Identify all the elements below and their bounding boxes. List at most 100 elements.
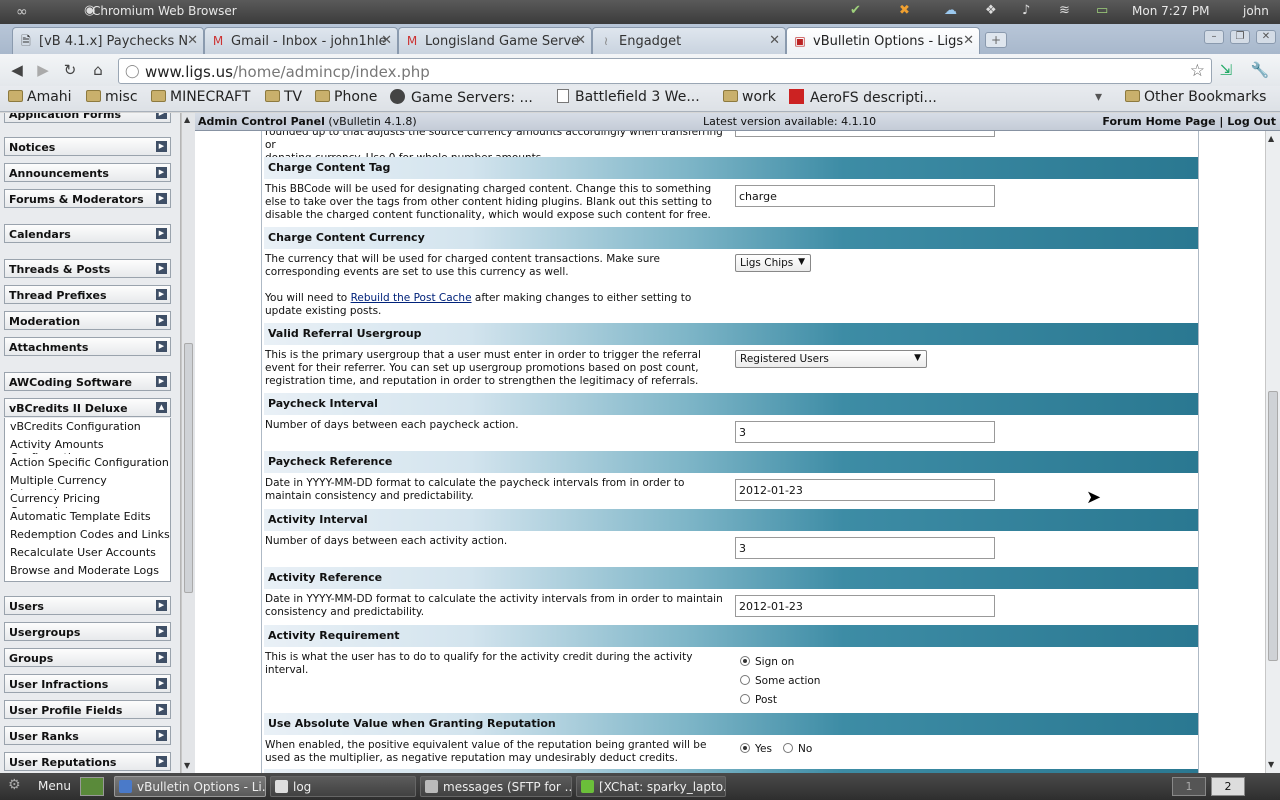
scrollbar-thumb[interactable] bbox=[1268, 391, 1278, 661]
expand-icon[interactable]: ▶ bbox=[156, 730, 167, 741]
absolute-rep-yes-radio[interactable]: Yes bbox=[740, 743, 772, 755]
workspace-1[interactable]: 1 bbox=[1172, 777, 1206, 796]
expand-icon[interactable]: ▶ bbox=[156, 193, 167, 204]
maximize-button[interactable]: ❐ bbox=[1230, 30, 1250, 44]
expand-icon[interactable]: ▶ bbox=[156, 376, 167, 387]
close-icon[interactable]: ✕ bbox=[769, 33, 780, 48]
nav-link-activity-amounts[interactable]: Activity Amounts Configuration bbox=[4, 436, 171, 464]
show-desktop-icon[interactable] bbox=[80, 777, 104, 796]
expand-icon[interactable]: ▶ bbox=[156, 167, 167, 178]
nav-group-user-ranks[interactable]: User Ranks ▶ bbox=[4, 726, 171, 745]
nav-group-threads-posts[interactable]: Threads & Posts ▶ bbox=[4, 259, 171, 278]
close-icon[interactable]: ✕ bbox=[963, 33, 974, 48]
nav-group-awcoding-software[interactable]: AWCoding Software ▶ bbox=[4, 372, 171, 391]
scroll-down-icon[interactable]: ▼ bbox=[184, 761, 190, 770]
menu-gear-icon[interactable]: ⚙ bbox=[8, 777, 21, 793]
wrench-menu-icon[interactable]: 🔧 bbox=[1250, 60, 1270, 80]
shutter-icon[interactable]: ✖ bbox=[899, 3, 910, 18]
activity-requirement-sign-on-radio[interactable]: Sign on bbox=[740, 656, 794, 668]
bookmarks-overflow-chevron-icon[interactable]: ▾ bbox=[1095, 89, 1102, 105]
referral-usergroup-select[interactable]: Registered Users ▼ bbox=[735, 350, 927, 368]
expand-icon[interactable]: ▶ bbox=[156, 141, 167, 152]
rebuild-post-cache-link[interactable]: Rebuild the Post Cache bbox=[351, 292, 472, 304]
nav-group-vbcredits[interactable]: vBCredits II Deluxe ▲ bbox=[4, 398, 171, 417]
bookmark-misc[interactable]: misc bbox=[86, 89, 138, 105]
nav-group-calendars[interactable]: Calendars ▶ bbox=[4, 224, 171, 243]
previous-setting-input[interactable] bbox=[735, 131, 995, 137]
activity-interval-input[interactable]: 3 bbox=[735, 537, 995, 559]
paycheck-reference-input[interactable]: 2012-01-23 bbox=[735, 479, 995, 501]
nav-link-currency-pricing[interactable]: Currency Pricing Conversions bbox=[4, 490, 171, 518]
expand-icon[interactable]: ▶ bbox=[156, 756, 167, 767]
scroll-up-icon[interactable]: ▲ bbox=[184, 115, 190, 124]
tab-engadget[interactable]: ≀ Engadget ✕ bbox=[592, 27, 786, 54]
nav-group-usergroups[interactable]: Usergroups ▶ bbox=[4, 622, 171, 641]
expand-icon[interactable]: ▶ bbox=[156, 678, 167, 689]
nav-group-user-profile-fields[interactable]: User Profile Fields ▶ bbox=[4, 700, 171, 719]
nav-link-recalculate-accounts[interactable]: Recalculate User Accounts bbox=[4, 544, 171, 562]
expand-icon[interactable]: ▶ bbox=[156, 626, 167, 637]
nav-group-announcements[interactable]: Announcements ▶ bbox=[4, 163, 171, 182]
tab-gmail-inbox[interactable]: M Gmail - Inbox - john1hle ✕ bbox=[204, 27, 398, 54]
reload-button[interactable]: ↻ bbox=[60, 60, 80, 80]
radio-icon[interactable] bbox=[740, 675, 750, 685]
bookmark-game-servers[interactable]: Game Servers: ... bbox=[390, 89, 533, 106]
task-messages-sftp[interactable]: messages (SFTP for ... bbox=[420, 776, 572, 797]
scrollbar-thumb[interactable] bbox=[184, 343, 193, 593]
expand-icon[interactable]: ▶ bbox=[156, 113, 167, 119]
nav-link-action-specific[interactable]: Action Specific Configuration bbox=[4, 454, 171, 472]
radio-icon[interactable] bbox=[783, 743, 793, 753]
back-button[interactable]: ◀ bbox=[7, 60, 27, 80]
radio-icon[interactable] bbox=[740, 694, 750, 704]
radio-selected-icon[interactable] bbox=[740, 656, 750, 666]
close-icon[interactable]: ✕ bbox=[575, 33, 586, 48]
bookmark-work[interactable]: work bbox=[723, 89, 776, 105]
bookmark-tv[interactable]: TV bbox=[265, 89, 302, 105]
window-close-button[interactable]: ✕ bbox=[1256, 30, 1276, 44]
nav-group-thread-prefixes[interactable]: Thread Prefixes ▶ bbox=[4, 285, 171, 304]
nav-group-moderation[interactable]: Moderation ▶ bbox=[4, 311, 171, 330]
paycheck-interval-input[interactable]: 3 bbox=[735, 421, 995, 443]
absolute-rep-no-radio[interactable]: No bbox=[783, 743, 812, 755]
task-vbulletin-options[interactable]: vBulletin Options - Li... bbox=[114, 776, 266, 797]
menu-button[interactable]: Menu bbox=[38, 779, 71, 793]
bookmark-aerofs[interactable]: AeroFS descripti... bbox=[789, 89, 937, 106]
bookmark-phone[interactable]: Phone bbox=[315, 89, 377, 105]
desktop-logo-icon[interactable]: ∞ bbox=[16, 4, 40, 20]
nav-group-forums-moderators[interactable]: Forums & Moderators ▶ bbox=[4, 189, 171, 208]
nav-group-application-forms[interactable]: Application Forms ▶ bbox=[4, 113, 171, 123]
expand-icon[interactable]: ▶ bbox=[156, 228, 167, 239]
expand-icon[interactable]: ▶ bbox=[156, 289, 167, 300]
content-scrollbar[interactable]: ▲ ▼ bbox=[1265, 131, 1280, 773]
other-bookmarks[interactable]: Other Bookmarks bbox=[1125, 89, 1266, 105]
activity-requirement-post-radio[interactable]: Post bbox=[740, 694, 777, 706]
nav-group-groups[interactable]: Groups ▶ bbox=[4, 648, 171, 667]
workspace-2[interactable]: 2 bbox=[1211, 777, 1245, 796]
radio-selected-icon[interactable] bbox=[740, 743, 750, 753]
sidebar-scrollbar[interactable]: ▲ ▼ bbox=[181, 113, 195, 773]
wifi-icon[interactable]: ≋ bbox=[1059, 3, 1070, 18]
expand-icon[interactable]: ▶ bbox=[156, 704, 167, 715]
activity-reference-input[interactable]: 2012-01-23 bbox=[735, 595, 995, 617]
tab-longisland-game-servers[interactable]: M Longisland Game Serve ✕ bbox=[398, 27, 592, 54]
nav-group-user-infractions[interactable]: User Infractions ▶ bbox=[4, 674, 171, 693]
nav-link-template-edits[interactable]: Automatic Template Edits bbox=[4, 508, 171, 526]
close-icon[interactable]: ✕ bbox=[187, 33, 198, 48]
scroll-down-icon[interactable]: ▼ bbox=[1268, 760, 1274, 769]
minimize-button[interactable]: – bbox=[1204, 30, 1224, 44]
close-icon[interactable]: ✕ bbox=[381, 33, 392, 48]
shield-icon[interactable]: ✔ bbox=[850, 3, 861, 18]
dropbox-icon[interactable]: ❖ bbox=[985, 3, 997, 18]
user-menu[interactable]: john bbox=[1243, 4, 1269, 18]
address-bar[interactable]: ◯ www.ligs.us/home/admincp/index.php ☆ bbox=[118, 58, 1212, 84]
tab-vbulletin-options[interactable]: ▣ vBulletin Options - Ligs ✕ bbox=[786, 27, 980, 54]
nav-group-attachments[interactable]: Attachments ▶ bbox=[4, 337, 171, 356]
collapse-icon[interactable]: ▲ bbox=[156, 402, 167, 413]
tab-vbulletin-paychecks[interactable]: 🗎 [vB 4.1.x] Paychecks N ✕ bbox=[12, 27, 204, 54]
scroll-up-icon[interactable]: ▲ bbox=[1268, 134, 1274, 143]
extension-icon[interactable]: ⇲ bbox=[1216, 60, 1236, 80]
activity-requirement-some-action-radio[interactable]: Some action bbox=[740, 675, 820, 687]
task-log[interactable]: log bbox=[270, 776, 416, 797]
clock[interactable]: Mon 7:27 PM bbox=[1132, 4, 1209, 18]
forum-home-logout-links[interactable]: Forum Home Page | Log Out bbox=[1102, 115, 1276, 128]
